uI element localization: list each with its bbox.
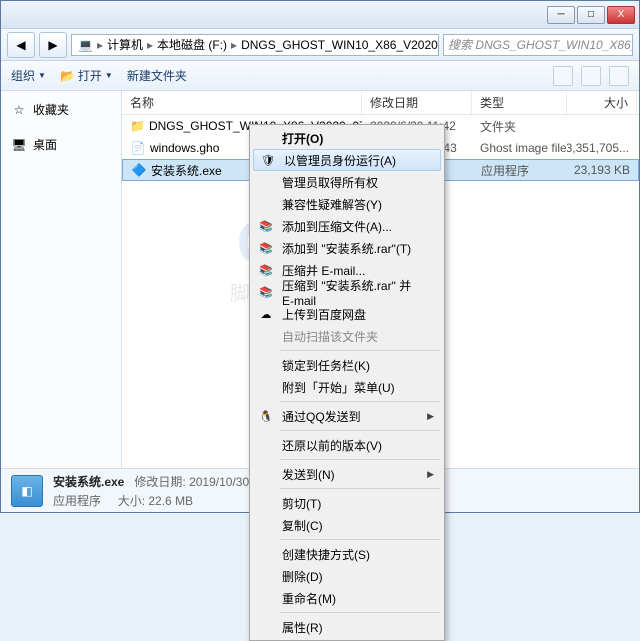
menu-copy[interactable]: 复制(C) [252,514,442,536]
menu-restore-versions[interactable]: 还原以前的版本(V) [252,434,442,456]
shield-icon: 🛡 [260,152,276,168]
column-type[interactable]: 类型 [472,91,567,114]
status-size-label: 大小: [118,494,145,508]
chevron-right-icon: ▸ [231,38,237,52]
computer-icon[interactable]: 💻 [76,38,95,52]
menu-add-rar[interactable]: 📚添加到 "安装系统.rar"(T) [252,237,442,259]
menu-cut[interactable]: 剪切(T) [252,492,442,514]
star-icon: ☆ [11,102,27,118]
menu-separator [280,488,440,489]
sidebar-desktop[interactable]: 🖥 桌面 [1,132,121,157]
chevron-right-icon: ▶ [427,411,434,422]
search-placeholder: 搜索 DNGS_GHOST_WIN10_X86_V... [448,36,633,53]
column-name[interactable]: 名称 [122,91,362,114]
menu-separator [280,459,440,460]
menu-baidu-upload[interactable]: ☁上传到百度网盘 [252,303,442,325]
menu-rename[interactable]: 重命名(M) [252,587,442,609]
file-icon: 📄 [130,140,146,156]
minimize-button[interactable]: ─ [547,6,575,24]
close-button[interactable]: X [607,6,635,24]
sidebar-item-label: 桌面 [33,136,57,153]
archive-icon: 📚 [258,284,274,300]
column-size[interactable]: 大小 [567,91,637,114]
column-date[interactable]: 修改日期 [362,91,472,114]
menu-send-to[interactable]: 发送到(N)▶ [252,463,442,485]
menu-separator [280,350,440,351]
toolbar: 组织▼ 📂打开▼ 新建文件夹 [1,61,639,91]
menu-qq-send[interactable]: 🐧通过QQ发送到▶ [252,405,442,427]
breadcrumb[interactable]: 💻 ▸ 计算机 ▸ 本地磁盘 (F:) ▸ DNGS_GHOST_WIN10_X… [71,34,439,56]
menu-separator [280,430,440,431]
titlebar[interactable]: ─ □ X [1,1,639,29]
menu-pin-taskbar[interactable]: 锁定到任务栏(K) [252,354,442,376]
file-name: 安装系统.exe [151,162,222,179]
menu-run-as-admin[interactable]: 🛡以管理员身份运行(A) [253,149,441,171]
status-date-label: 修改日期: [134,475,185,489]
chevron-down-icon: ▼ [105,71,113,80]
breadcrumb-item[interactable]: DNGS_GHOST_WIN10_X86_V2020_07 [239,38,439,52]
open-button[interactable]: 📂打开▼ [60,67,113,84]
cloud-icon: ☁ [258,306,274,322]
chevron-right-icon: ▸ [97,38,103,52]
chevron-right-icon: ▶ [427,469,434,480]
folder-icon: 📁 [130,118,145,134]
menu-take-ownership[interactable]: 管理员取得所有权 [252,171,442,193]
status-size-value: 22.6 MB [148,494,193,508]
menu-separator [280,401,440,402]
new-folder-button[interactable]: 新建文件夹 [127,67,187,84]
menu-add-archive[interactable]: 📚添加到压缩文件(A)... [252,215,442,237]
menu-pin-start[interactable]: 附到「开始」菜单(U) [252,376,442,398]
navbar: ◀ ▶ 💻 ▸ 计算机 ▸ 本地磁盘 (F:) ▸ DNGS_GHOST_WIN… [1,29,639,61]
sidebar-favorites[interactable]: ☆ 收藏夹 [1,97,121,122]
qq-icon: 🐧 [258,408,274,424]
maximize-button[interactable]: □ [577,6,605,24]
menu-shortcut[interactable]: 创建快捷方式(S) [252,543,442,565]
file-name: windows.gho [150,141,219,155]
menu-compat-troubleshoot[interactable]: 兼容性疑难解答(Y) [252,193,442,215]
archive-icon: 📚 [258,262,274,278]
menu-delete[interactable]: 删除(D) [252,565,442,587]
breadcrumb-item[interactable]: 计算机 [105,36,145,53]
menu-autoscan: 自动扫描该文件夹 [252,325,442,347]
back-button[interactable]: ◀ [7,32,35,58]
window-controls: ─ □ X [547,6,635,24]
file-type: 文件夹 [472,118,567,135]
menu-open[interactable]: 打开(O) [252,127,442,149]
menu-separator [280,612,440,613]
search-input[interactable]: 搜索 DNGS_GHOST_WIN10_X86_V... [443,34,633,56]
desktop-icon: 🖥 [11,137,27,153]
exe-icon: 🔷 [131,162,147,178]
file-type: Ghost image file [472,141,567,155]
preview-pane-icon[interactable] [581,66,601,86]
sidebar: ☆ 收藏夹 🖥 桌面 [1,91,122,468]
forward-button[interactable]: ▶ [39,32,67,58]
file-size: 23,193 KB [568,163,638,177]
breadcrumb-item[interactable]: 本地磁盘 (F:) [155,36,229,53]
context-menu: 打开(O) 🛡以管理员身份运行(A) 管理员取得所有权 兼容性疑难解答(Y) 📚… [249,124,445,641]
archive-icon: 📚 [258,218,274,234]
menu-zip-rar-email[interactable]: 📚压缩到 "安装系统.rar" 并 E-mail [252,281,442,303]
chevron-right-icon: ▸ [147,38,153,52]
file-thumbnail-icon: ◧ [11,475,43,507]
chevron-down-icon: ▼ [38,71,46,80]
file-type: 应用程序 [473,162,568,179]
view-options-icon[interactable] [553,66,573,86]
help-icon[interactable] [609,66,629,86]
file-size: 3,351,705... [567,141,637,155]
column-headers: 名称 修改日期 类型 大小 [122,91,639,115]
menu-separator [280,539,440,540]
menu-properties[interactable]: 属性(R) [252,616,442,638]
status-filename: 安装系统.exe [53,475,124,489]
status-type: 应用程序 [53,494,101,508]
organize-menu[interactable]: 组织▼ [11,67,46,84]
sidebar-item-label: 收藏夹 [33,101,69,118]
archive-icon: 📚 [258,240,274,256]
